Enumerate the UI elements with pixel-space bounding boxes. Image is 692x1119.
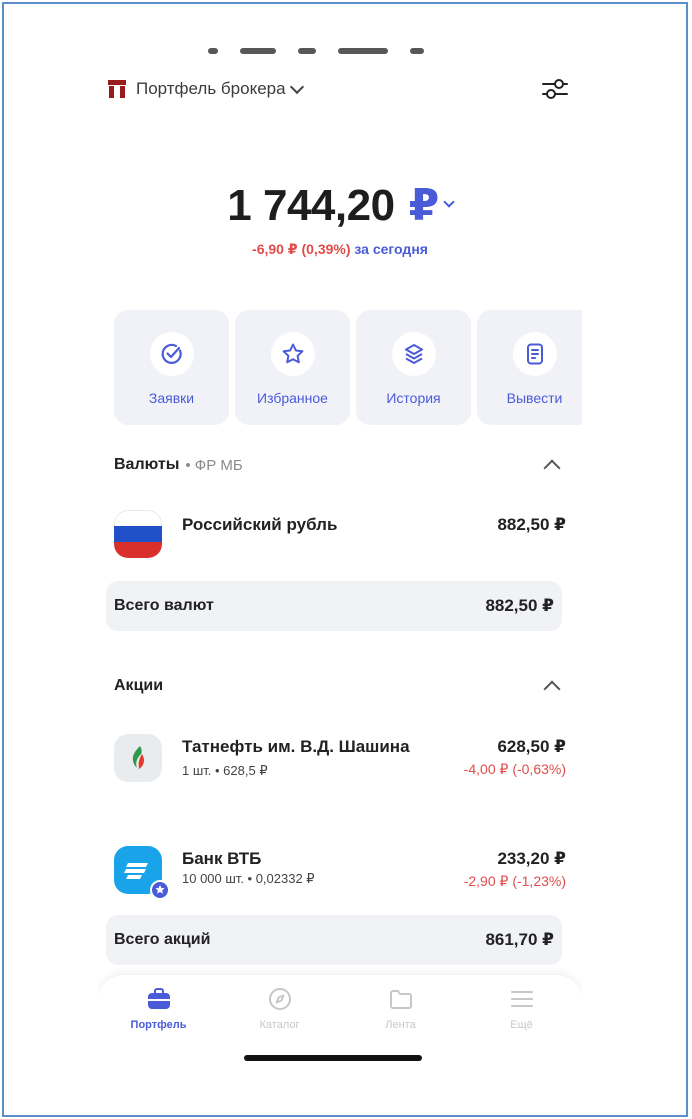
action-orders[interactable]: Заявки [114,310,229,425]
tab-label: Ещё [510,1019,533,1031]
menu-icon [510,985,534,1013]
currencies-total: Всего валют 882,50 ₽ [106,581,562,631]
quick-actions: Заявки Избранное История Вывести [114,310,582,425]
asset-value: 882,50 ₽ [497,515,566,534]
check-circle-icon [149,332,194,376]
layers-icon [391,332,436,376]
chevron-down-icon[interactable] [289,79,304,94]
action-label: Заявки [148,390,195,406]
asset-name: Банк ВТБ [182,849,262,868]
tab-label: Портфель [130,1019,187,1031]
total-value: 882,50 ₽ [485,596,554,615]
currency-symbol[interactable]: ₽ [409,180,440,231]
action-history[interactable]: История [356,310,471,425]
balance-value: 1 744,20 [227,181,395,230]
tab-more[interactable]: Ещё [461,985,582,1031]
balance-amount[interactable]: 1 744,20 ₽ [227,180,455,231]
document-icon [512,332,557,376]
action-label: История [386,390,441,406]
currencies-header[interactable]: Валюты • ФР МБ [114,453,564,477]
total-value: 861,70 ₽ [485,930,554,949]
stocks-header[interactable]: Акции [114,674,564,698]
compass-icon [268,985,292,1013]
stock-row-vtb[interactable]: Банк ВТБ 10 000 шт. • 0,02332 ₽ 233,20 ₽… [114,846,566,902]
sliders-icon[interactable] [542,78,568,100]
briefcase-icon [146,985,172,1013]
tab-portfolio[interactable]: Портфель [98,985,219,1031]
chevron-down-icon[interactable] [443,196,455,208]
action-label: Избранное [257,390,328,406]
asset-change: -4,00 ₽ (-0,63%) [463,761,566,777]
vtb-logo-icon [114,846,170,900]
tab-catalog[interactable]: Каталог [219,985,340,1031]
star-icon [270,332,315,376]
daily-change-label: за сегодня [354,241,428,257]
total-label: Всего акций [114,931,211,948]
section-subtitle: • ФР МБ [185,456,243,474]
action-favorites[interactable]: Избранное [235,310,350,425]
top-bar: Портфель брокера [108,74,568,104]
stocks-total: Всего акций 861,70 ₽ [106,915,562,965]
asset-name: Татнефть им. В.Д. Шашина [182,737,410,756]
currency-row[interactable]: Российский рубль 882,50 ₽ [114,510,566,560]
section-title: Акции [114,677,164,694]
asset-value: 233,20 ₽ [497,849,566,868]
status-bar [208,46,458,56]
asset-meta: 10 000 шт. • 0,02332 ₽ [182,871,315,886]
asset-change: -2,90 ₽ (-1,23%) [463,873,566,889]
asset-value: 628,50 ₽ [497,737,566,756]
portfolio-selector[interactable]: Портфель брокера [136,79,286,99]
app-screen: Портфель брокера 1 744,20 ₽ -6,90 ₽ (0,3… [98,40,582,1080]
chevron-up-icon[interactable] [543,459,561,477]
daily-change: -6,90 ₽ (0,39%) за сегодня [98,241,582,258]
action-withdraw[interactable]: Вывести [477,310,582,425]
tatneft-logo-icon [114,734,162,782]
tab-feed[interactable]: Лента [340,985,461,1031]
asset-name: Российский рубль [182,515,338,534]
tab-label: Лента [385,1019,416,1031]
tab-label: Каталог [259,1019,300,1031]
balance-block: 1 744,20 ₽ -6,90 ₽ (0,39%) за сегодня [98,180,582,258]
total-label: Всего валют [114,597,214,614]
asset-meta: 1 шт. • 628,5 ₽ [182,763,268,778]
folder-icon [389,985,413,1013]
daily-change-value: -6,90 ₽ (0,39%) [252,241,351,257]
action-label: Вывести [506,390,563,406]
section-title: Валюты [114,456,180,473]
stock-row-tatneft[interactable]: Татнефть им. В.Д. Шашина 1 шт. • 628,5 ₽… [114,734,566,814]
broker-logo-icon [108,80,126,98]
bottom-tab-bar: Портфель Каталог Лента Ещё [98,975,582,1080]
russia-flag-icon [114,510,162,558]
home-indicator[interactable] [244,1055,422,1061]
star-badge-icon [150,880,170,900]
chevron-up-icon[interactable] [543,680,561,698]
